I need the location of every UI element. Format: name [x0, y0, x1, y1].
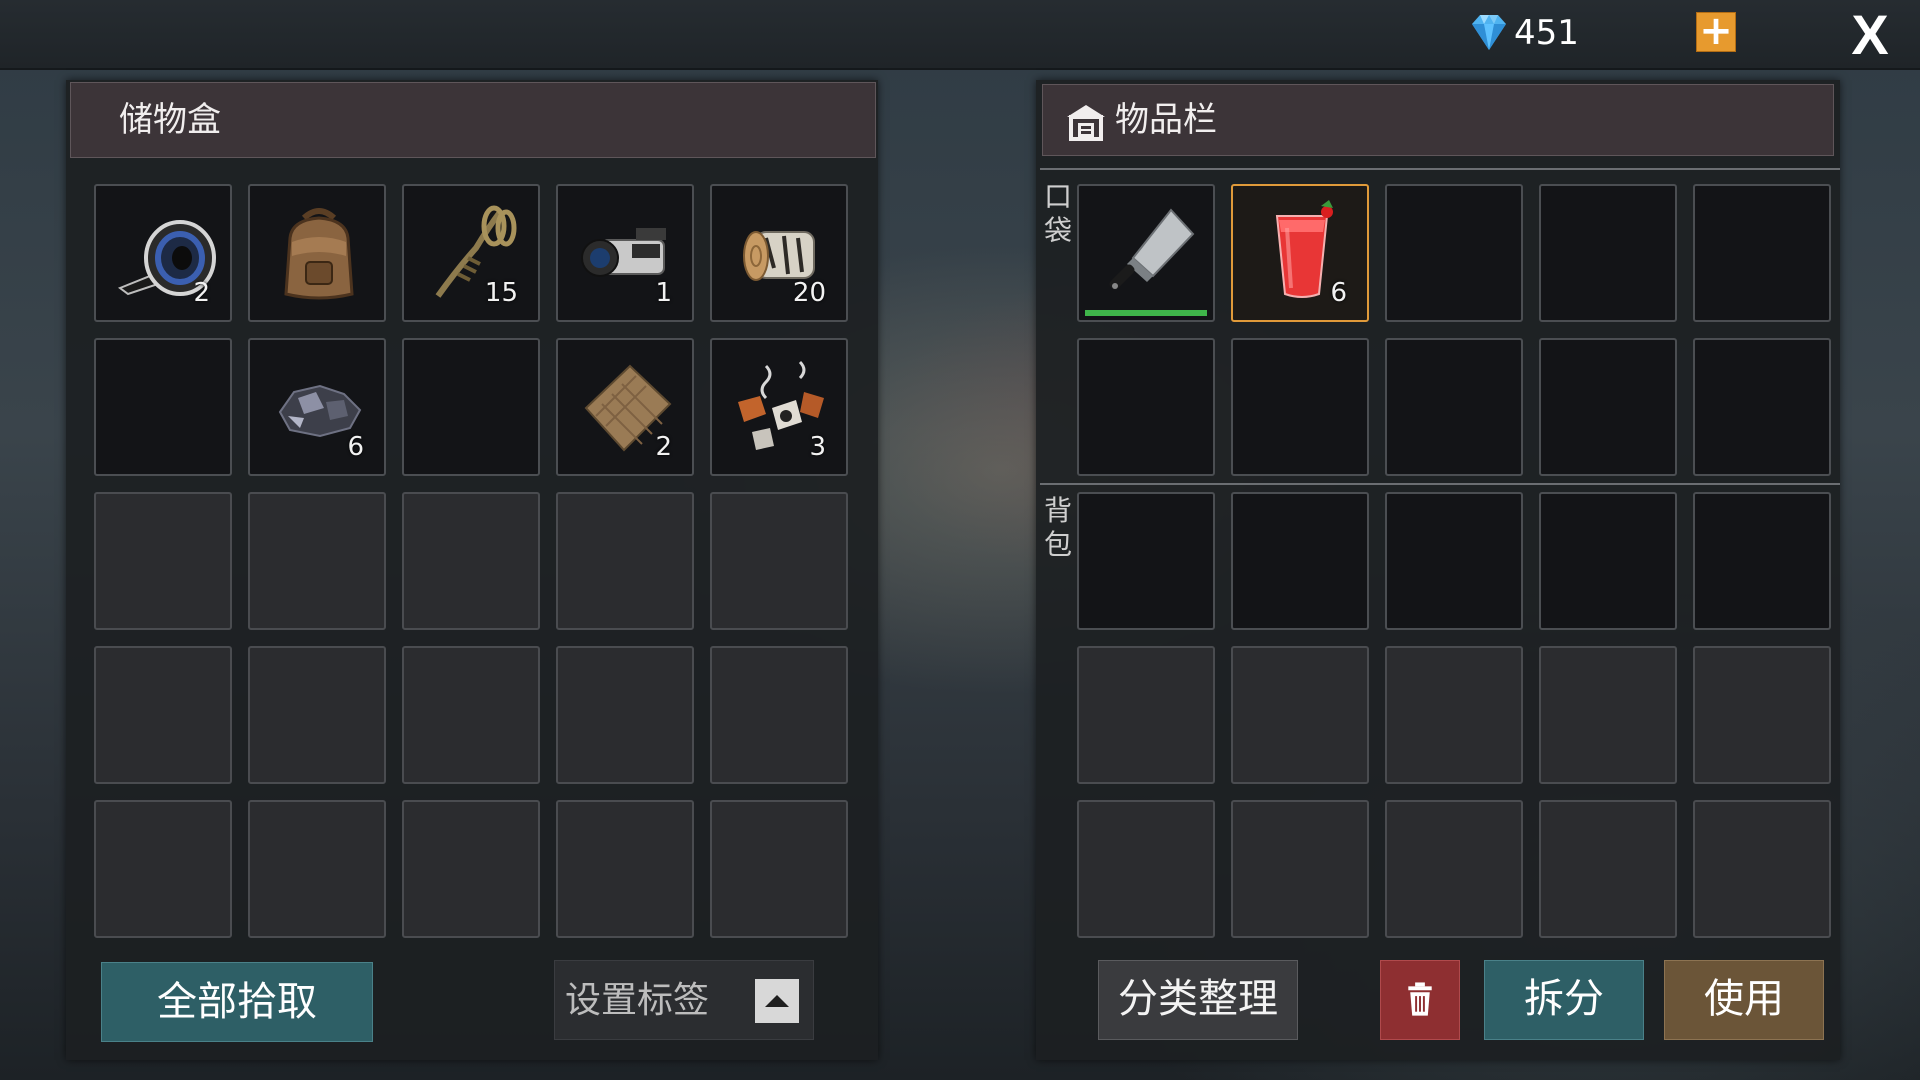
backpack-slot[interactable]: [1539, 492, 1677, 630]
backpack-slot[interactable]: [1385, 800, 1523, 938]
top-bar: 451 + X: [0, 0, 1920, 70]
storage-slot[interactable]: [402, 800, 540, 938]
storage-slot[interactable]: [94, 338, 232, 476]
close-button[interactable]: X: [1845, 7, 1895, 63]
storage-slot[interactable]: [710, 800, 848, 938]
pocket-label: 口 袋: [1040, 180, 1076, 248]
backpack-label: 背 包: [1040, 494, 1076, 562]
backpack-slot[interactable]: [1385, 646, 1523, 784]
storage-title: 储物盒: [70, 82, 876, 158]
backpack-slot[interactable]: [1077, 492, 1215, 630]
storage-slot[interactable]: [710, 646, 848, 784]
storage-slot[interactable]: [94, 800, 232, 938]
delete-button[interactable]: [1380, 960, 1460, 1040]
storage-slot[interactable]: 2: [556, 338, 694, 476]
item-count: 2: [193, 278, 210, 308]
house-icon: [1067, 105, 1105, 141]
item-count: 15: [484, 278, 518, 308]
chevron-up-icon: [765, 995, 789, 1007]
backpack-slot[interactable]: [1231, 800, 1369, 938]
expand-tag-button[interactable]: [755, 979, 799, 1023]
loot-all-button[interactable]: 全部拾取: [101, 962, 373, 1042]
trash-icon: [1408, 982, 1432, 1016]
sort-button[interactable]: 分类整理: [1098, 960, 1298, 1040]
header-divider: [1040, 168, 1840, 170]
pocket-slot[interactable]: [1539, 338, 1677, 476]
storage-slot[interactable]: 2: [94, 184, 232, 322]
item-count: 6: [347, 432, 364, 462]
backpack-slot[interactable]: [1231, 646, 1369, 784]
pocket-slot[interactable]: [1077, 184, 1215, 322]
inventory-header: 物品栏: [1042, 84, 1834, 156]
split-button[interactable]: 拆分: [1484, 960, 1644, 1040]
backpack-slot[interactable]: [1693, 800, 1831, 938]
storage-slot[interactable]: 6: [248, 338, 386, 476]
backpack-slot[interactable]: [1693, 492, 1831, 630]
storage-slot[interactable]: 1: [556, 184, 694, 322]
backpack-slot[interactable]: [1077, 646, 1215, 784]
section-divider: [1040, 483, 1840, 485]
storage-slot[interactable]: 20: [710, 184, 848, 322]
storage-slot[interactable]: [556, 492, 694, 630]
storage-slot[interactable]: [402, 646, 540, 784]
plus-icon: +: [1699, 8, 1733, 54]
storage-slot[interactable]: [402, 492, 540, 630]
backpack-slot[interactable]: [1693, 646, 1831, 784]
storage-slot[interactable]: [556, 800, 694, 938]
backpack-label-char: 背: [1043, 494, 1072, 527]
inventory-title: 物品栏: [1115, 100, 1217, 140]
set-tag-label: 设置标签: [565, 980, 710, 1021]
item-count: 20: [792, 278, 826, 308]
pocket-slot[interactable]: [1693, 338, 1831, 476]
backpack-label-char: 包: [1043, 528, 1072, 561]
item-count: 2: [655, 432, 672, 462]
add-gems-button[interactable]: +: [1696, 11, 1736, 52]
storage-slot[interactable]: [94, 646, 232, 784]
diamond-icon: [1472, 15, 1506, 50]
storage-slot[interactable]: [248, 646, 386, 784]
use-button[interactable]: 使用: [1664, 960, 1824, 1040]
gem-count: 451: [1514, 13, 1579, 53]
pocket-label-char: 口: [1043, 180, 1072, 213]
backpack-slot[interactable]: [1539, 800, 1677, 938]
pocket-label-char: 袋: [1043, 214, 1072, 247]
backpack-slot[interactable]: [1077, 800, 1215, 938]
pocket-slot[interactable]: [1231, 338, 1369, 476]
storage-slot[interactable]: [556, 646, 694, 784]
pocket-slot[interactable]: [1385, 338, 1523, 476]
durability-bar: [1085, 310, 1207, 316]
storage-slot[interactable]: [710, 492, 848, 630]
cleaver-icon: [1109, 208, 1195, 290]
pocket-slot-selected[interactable]: 6: [1231, 184, 1369, 322]
set-tag-control[interactable]: 设置标签: [554, 960, 814, 1040]
item-count: 1: [655, 278, 672, 308]
storage-slot[interactable]: [248, 184, 386, 322]
backpack-slot[interactable]: [1539, 646, 1677, 784]
pocket-slot[interactable]: [1693, 184, 1831, 322]
storage-slot[interactable]: 3: [710, 338, 848, 476]
storage-slot[interactable]: [248, 492, 386, 630]
backpack-icon: [284, 208, 354, 300]
pocket-slot[interactable]: [1385, 184, 1523, 322]
storage-slot[interactable]: [94, 492, 232, 630]
storage-slot[interactable]: [402, 338, 540, 476]
backpack-slot[interactable]: [1385, 492, 1523, 630]
item-count: 6: [1330, 278, 1347, 308]
pocket-slot[interactable]: [1539, 184, 1677, 322]
backpack-slot[interactable]: [1231, 492, 1369, 630]
storage-slot[interactable]: [248, 800, 386, 938]
storage-slot[interactable]: 15: [402, 184, 540, 322]
item-count: 3: [809, 432, 826, 462]
pocket-slot[interactable]: [1077, 338, 1215, 476]
